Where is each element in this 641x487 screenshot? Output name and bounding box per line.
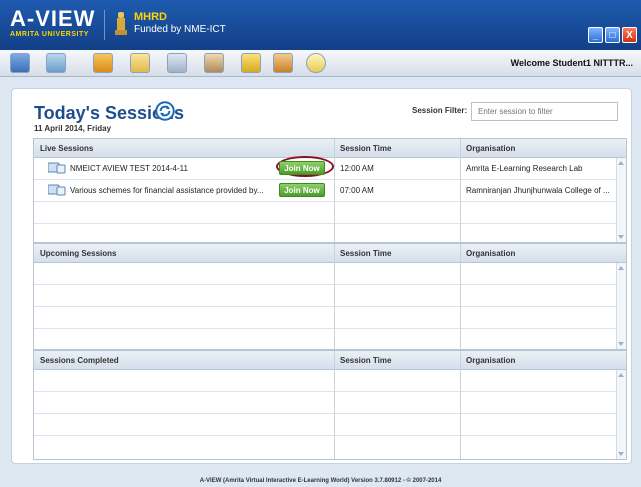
session-monitor-icon: [48, 162, 66, 174]
mhrd-label: MHRD: [134, 11, 167, 23]
session-organisation: Ramniranjan Jhunjhunwala College of ...: [466, 186, 610, 195]
info-icon[interactable]: [306, 53, 326, 73]
grid-header: Live Sessions Session Time Organisation: [34, 139, 626, 158]
header-session-time: Session Time: [340, 356, 392, 365]
upcoming-sessions-grid: Upcoming Sessions Session Time Organisat…: [33, 243, 627, 350]
header-session-time: Session Time: [340, 144, 392, 153]
empty-row: [34, 263, 626, 285]
empty-row: [34, 392, 626, 414]
empty-row: [34, 285, 626, 307]
empty-row: [34, 307, 626, 329]
column-divider: [460, 139, 461, 242]
table-row[interactable]: Various schemes for financial assistance…: [34, 180, 626, 202]
group-icon[interactable]: [46, 53, 66, 73]
grid-header: Upcoming Sessions Session Time Organisat…: [34, 244, 626, 263]
scroll-up-arrow[interactable]: [618, 161, 624, 165]
empty-row: [34, 202, 626, 224]
empty-row: [34, 436, 626, 457]
session-filter-input[interactable]: [471, 102, 618, 121]
footer-version: A-VIEW (Amrita Virtual Interactive E-Lea…: [199, 478, 442, 484]
funded-by-label: Funded by NME-ICT: [134, 24, 226, 35]
empty-row: [34, 329, 626, 350]
emblem-icon: [115, 12, 127, 35]
join-now-button[interactable]: Join Now: [279, 161, 325, 175]
upcoming-scrollbar[interactable]: [616, 263, 626, 349]
window-controls: _ □ X: [588, 27, 637, 43]
session-name: Various schemes for financial assistance…: [70, 186, 264, 195]
header-organisation: Organisation: [466, 144, 516, 153]
completed-scrollbar[interactable]: [616, 370, 626, 459]
header-session-time: Session Time: [340, 249, 392, 258]
column-divider: [460, 244, 461, 349]
welcome-text: Welcome Student1 NITTTR...: [510, 58, 633, 68]
users-icon[interactable]: [10, 53, 30, 73]
live-sessions-grid: Live Sessions Session Time Organisation …: [33, 138, 627, 243]
aview-logo: A-VIEW AMRITA UNIVERSITY: [10, 8, 95, 39]
session-organisation: Amrita E-Learning Research Lab: [466, 164, 583, 173]
scroll-up-arrow[interactable]: [618, 266, 624, 270]
minimize-button[interactable]: _: [588, 27, 603, 43]
header-sessions-completed: Sessions Completed: [40, 356, 119, 365]
session-name: NMEICT AVIEW TEST 2014-4-11: [70, 164, 188, 173]
edit-icon[interactable]: [241, 53, 261, 73]
close-button[interactable]: X: [622, 27, 637, 43]
column-divider: [334, 351, 335, 459]
completed-sessions-grid: Sessions Completed Session Time Organisa…: [33, 350, 627, 460]
column-divider: [460, 351, 461, 459]
scroll-down-arrow[interactable]: [618, 342, 624, 346]
profile-icon[interactable]: [204, 53, 224, 73]
toolbar: Welcome Student1 NITTTR...: [0, 50, 641, 77]
page-date: 11 April 2014, Friday: [34, 124, 112, 133]
column-divider: [334, 139, 335, 242]
book-icon[interactable]: [93, 53, 113, 73]
grid-header: Sessions Completed Session Time Organisa…: [34, 351, 626, 370]
header-organisation: Organisation: [466, 356, 516, 365]
session-monitor-icon: [48, 184, 66, 196]
empty-row: [34, 414, 626, 436]
session-time: 12:00 AM: [340, 164, 374, 173]
session-time: 07:00 AM: [340, 186, 374, 195]
logo-title: A-VIEW: [10, 6, 96, 31]
live-scrollbar[interactable]: [616, 158, 626, 242]
title-bar: A-VIEW AMRITA UNIVERSITY MHRD Funded by …: [0, 0, 641, 50]
logo-subtitle: AMRITA UNIVERSITY: [10, 31, 89, 38]
help-icon[interactable]: [130, 53, 150, 73]
table-row[interactable]: NMEICT AVIEW TEST 2014-4-11 Join Now 12:…: [34, 156, 626, 180]
column-divider: [334, 244, 335, 349]
empty-row: [34, 370, 626, 392]
title-separator: [104, 10, 105, 40]
header-upcoming-sessions: Upcoming Sessions: [40, 249, 117, 258]
refresh-icon[interactable]: [155, 101, 175, 121]
briefcase-icon[interactable]: [273, 53, 293, 73]
maximize-button[interactable]: □: [605, 27, 620, 43]
video-icon[interactable]: [167, 53, 187, 73]
header-live-sessions: Live Sessions: [40, 144, 94, 153]
join-now-button[interactable]: Join Now: [279, 183, 325, 197]
scroll-up-arrow[interactable]: [618, 373, 624, 377]
header-organisation: Organisation: [466, 249, 516, 258]
scroll-down-arrow[interactable]: [618, 235, 624, 239]
empty-row: [34, 224, 626, 245]
sessions-panel: Today's Sessions 11 April 2014, Friday S…: [11, 88, 632, 464]
session-filter-label: Session Filter:: [412, 106, 468, 115]
scroll-down-arrow[interactable]: [618, 452, 624, 456]
